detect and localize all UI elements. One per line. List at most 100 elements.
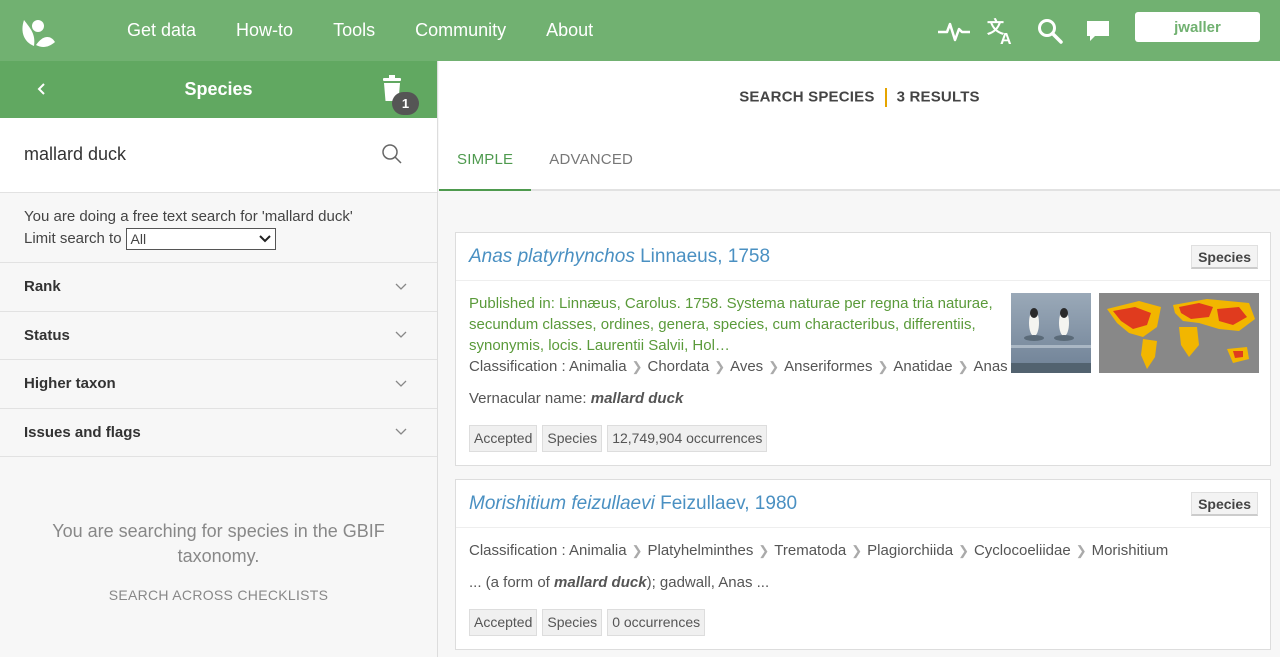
facet-label: Issues and flags [24,423,141,441]
nav-how-to[interactable]: How-to [216,0,313,61]
nav-tools[interactable]: Tools [313,0,395,61]
free-text-message: You are doing a free text search for 'ma… [24,208,353,225]
feedback-icon[interactable] [1074,0,1122,61]
taxon-link[interactable]: Trematoda [774,542,846,559]
taxon-link[interactable]: Platyhelminthes [647,542,753,559]
chevron-right-icon: ❯ [1075,543,1087,558]
authorship: Linnaeus, 1758 [640,246,771,267]
filter-panel: Species 1 You are doing a free text sear… [0,61,438,657]
snippet-post: ); gadwall, Anas ... [646,574,770,591]
occurrences-tag[interactable]: 12,749,904 occurrences [607,425,768,452]
taxon-link[interactable]: Animalia [569,542,627,559]
result-card: Morishitium feizullaevi Feizullaev, 1980… [455,479,1271,650]
tab-advanced[interactable]: ADVANCED [531,129,651,191]
taxonomy-info: You are searching for species in the GBI… [0,519,437,603]
nav-get-data[interactable]: Get data [107,0,216,61]
status-tag[interactable]: Accepted [469,425,538,452]
classification: Classification : Animalia ❯ Platyhelminthe… [469,540,1257,561]
rank-tag[interactable]: Species [542,609,603,636]
results-summary: SEARCH SPECIES 3 RESULTS [439,88,1280,107]
result-card-body: Published in: Linnæus, Carolus. 1758. Sy… [456,281,1270,465]
nav-icon-group: 文 A [930,0,1122,61]
published-in: Published in: Linnæus, Carolus. 1758. Sy… [469,295,993,354]
svg-text:A: A [1000,31,1012,46]
occurrences-tag[interactable]: 0 occurrences [607,609,706,636]
chevron-down-icon [395,331,407,339]
taxonomy-message: You are searching for species in the GBI… [52,521,385,566]
taxon-link[interactable]: Cyclocoeliidae [974,542,1071,559]
vernacular-name: Vernacular name: mallard duck [469,388,1257,409]
occurrence-map-thumbnail[interactable] [1099,293,1259,373]
snippet-pre: ... (a form of [469,574,555,591]
taxon-link[interactable]: Chordata [647,358,709,375]
status-tag[interactable]: Accepted [469,609,538,636]
chevron-down-icon [395,380,407,387]
authorship: Feizullaev, 1980 [660,493,798,514]
chevron-right-icon: ❯ [958,543,969,558]
tab-simple[interactable]: SIMPLE [439,129,532,191]
result-title-link[interactable]: Anas platyrhynchos Linnaeus, 1758 [469,246,770,268]
activity-icon[interactable] [930,0,978,61]
chevron-down-icon [258,235,271,243]
rank-badge: Species [1191,245,1258,269]
facet-label: Rank [24,278,61,296]
taxon-link[interactable]: Plagiorchiida [867,542,953,559]
search-mode-tabs: SIMPLE ADVANCED [439,129,651,191]
summary-divider [884,88,887,107]
top-navbar: Get data How-to Tools Community About 文 … [0,0,1280,61]
rank-tag[interactable]: Species [542,425,603,452]
chevron-right-icon: ❯ [631,359,643,374]
main-nav: Get data How-to Tools Community About [107,0,613,61]
taxon-link[interactable]: Anatidae [893,358,952,375]
chevron-right-icon: ❯ [851,543,863,558]
facet-issues-flags[interactable]: Issues and flags [0,409,437,457]
limit-select[interactable]: All [125,228,276,250]
classification-label: Classification : [469,542,566,559]
species-photo-thumbnail[interactable] [1011,293,1091,373]
limit-row: Limit search to All [24,228,413,250]
result-card: Anas platyrhynchos Linnaeus, 1758 Specie… [455,232,1271,466]
search-icon[interactable] [380,142,404,166]
scientific-name: Morishitium feizullaevi [469,493,655,514]
chevron-right-icon: ❯ [631,543,643,558]
nav-about[interactable]: About [526,0,613,61]
translate-icon[interactable]: 文 A [978,0,1026,61]
facet-rank[interactable]: Rank [0,263,437,312]
search-input[interactable] [24,138,364,170]
result-card-body: Classification : Animalia ❯ Platyhelminthe… [456,528,1270,649]
vernacular-value: mallard duck [590,390,684,407]
result-title-link[interactable]: Morishitium feizullaevi Feizullaev, 1980 [469,493,797,515]
chevron-right-icon: ❯ [877,359,889,374]
facet-status[interactable]: Status [0,312,437,360]
chevron-right-icon: ❯ [758,543,770,558]
panel-title: Species [184,79,253,99]
free-text-info: You are doing a free text search for 'ma… [0,193,437,263]
taxon-link[interactable]: Animalia [569,358,627,375]
facet-label: Higher taxon [24,375,116,393]
search-row [0,118,437,193]
search-icon[interactable] [1026,0,1074,61]
basket-count-badge: 1 [392,92,419,115]
result-tags: Accepted Species 0 occurrences [469,609,1257,649]
chevron-right-icon: ❯ [714,359,726,374]
match-snippet: ... (a form of mallard duck); gadwall, A… [469,572,1257,593]
limit-label: Limit search to [24,230,122,247]
vernacular-label: Vernacular name: [469,390,587,407]
limit-select-value: All [130,231,147,247]
facet-label: Status [24,326,70,344]
summary-label: SEARCH SPECIES [739,88,875,106]
taxon-link[interactable]: Anas [973,358,1007,375]
facet-higher-taxon[interactable]: Higher taxon [0,360,437,409]
filter-panel-header: Species 1 [0,61,437,118]
nav-community[interactable]: Community [395,0,526,61]
chevron-right-icon: ❯ [768,359,780,374]
taxon-link[interactable]: Anseriformes [784,358,872,375]
taxon-link[interactable]: Aves [730,358,763,375]
result-tags: Accepted Species 12,749,904 occurrences [469,425,1257,465]
chevron-down-icon [395,283,407,290]
taxon-link[interactable]: Morishitium [1092,542,1169,559]
gbif-logo-icon[interactable] [16,12,56,50]
user-button[interactable]: jwaller [1135,12,1260,42]
results-panel: SEARCH SPECIES 3 RESULTS SIMPLE ADVANCED … [439,61,1280,657]
search-across-checklists-link[interactable]: SEARCH ACROSS CHECKLISTS [0,587,437,603]
